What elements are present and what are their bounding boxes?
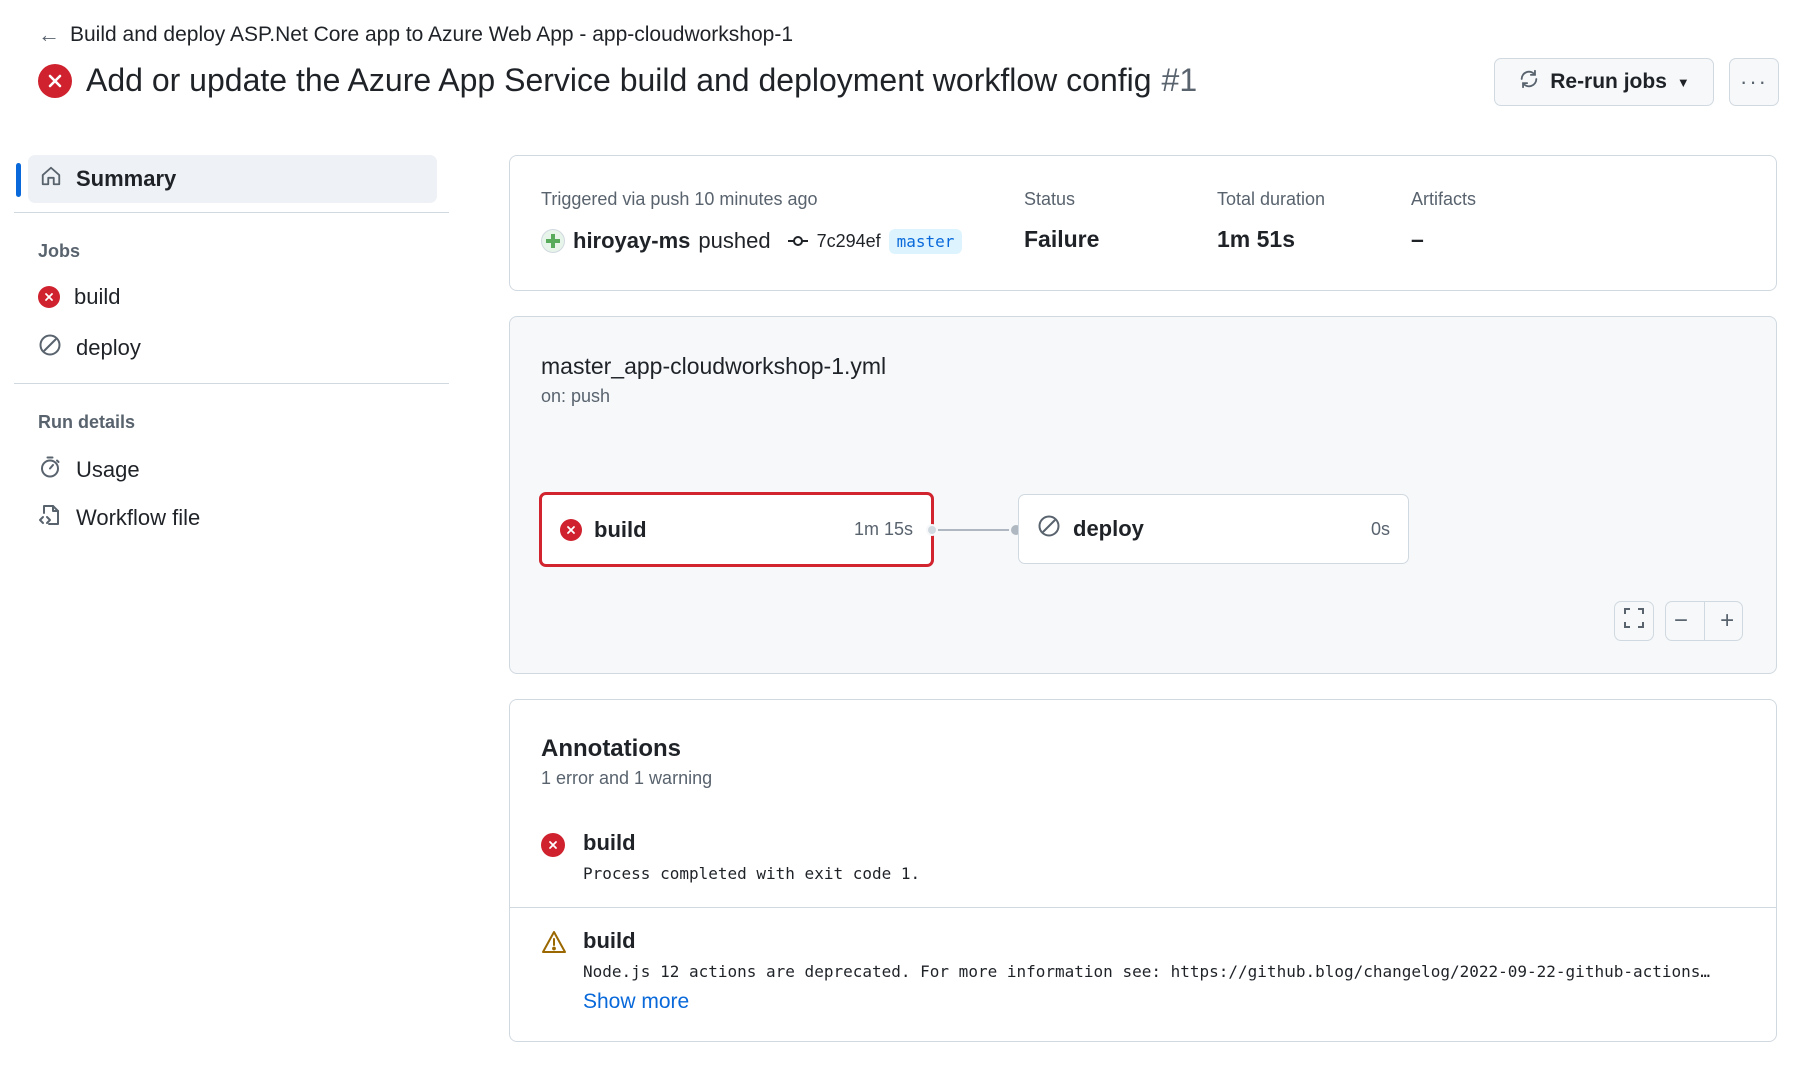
job-node-time: 1m 15s (853, 519, 913, 539)
annotation-message: Node.js 12 actions are deprecated. For m… (583, 962, 1711, 981)
status-value: Failure (1024, 226, 1100, 252)
annotation-job[interactable]: build (583, 928, 636, 954)
stopwatch-icon (38, 455, 62, 485)
kebab-horizontal-icon: ··· (1740, 69, 1768, 94)
status-label: Status (1024, 189, 1076, 209)
sidebar-workflow-file-label: Workflow file (76, 505, 201, 530)
artifacts-label: Artifacts (1411, 189, 1477, 209)
screen-full-icon (1623, 607, 1645, 636)
git-commit-icon (787, 228, 809, 254)
trigger-text: Triggered via push 10 minutes ago (541, 189, 818, 209)
sidebar-item-workflow-file[interactable]: Workflow file (38, 503, 200, 533)
fullscreen-button[interactable] (1614, 601, 1654, 641)
sidebar-item-summary[interactable]: Summary (28, 155, 437, 203)
run-details-heading: Run details (38, 412, 136, 432)
back-link-label: Build and deploy ASP.Net Core app to Azu… (70, 23, 794, 46)
run-summary-card (509, 155, 1777, 291)
back-link[interactable]: ← Build and deploy ASP.Net Core app to A… (38, 22, 793, 48)
workflow-trigger: on: push (541, 386, 611, 406)
artifacts-value: – (1411, 226, 1424, 252)
file-code-icon (38, 503, 62, 533)
job-node-name: deploy (1073, 516, 1144, 541)
sync-icon (1518, 68, 1540, 96)
zoom-out-icon[interactable]: − (1674, 607, 1688, 635)
action-text: pushed (698, 228, 771, 253)
sidebar-item-build[interactable]: build (38, 284, 120, 310)
sidebar-item-deploy[interactable]: deploy (38, 333, 141, 363)
run-number: #1 (1161, 62, 1198, 98)
job-node-time: 0s (1370, 518, 1390, 539)
rerun-jobs-button[interactable]: Re-run jobs ▼ (1494, 58, 1714, 106)
zoom-divider (1703, 602, 1705, 640)
sidebar-divider (14, 383, 449, 384)
annotations-title: Annotations (541, 735, 681, 762)
job-node-deploy[interactable]: deploy 0s (1018, 494, 1409, 564)
alert-icon (541, 930, 567, 959)
arrow-left-icon: ← (38, 22, 60, 47)
failure-x-icon (560, 518, 582, 541)
failure-x-icon (38, 286, 60, 308)
zoom-in-icon[interactable]: + (1720, 607, 1734, 635)
sidebar-usage-label: Usage (76, 457, 140, 482)
sidebar-item-usage[interactable]: Usage (38, 455, 140, 485)
branch-tag[interactable]: master (888, 228, 963, 254)
home-icon (40, 165, 62, 193)
sidebar-summary-label: Summary (76, 166, 177, 191)
failure-x-icon (541, 833, 565, 857)
commit-sha-link[interactable]: 7c294ef (817, 231, 881, 252)
skipped-icon (38, 333, 62, 363)
failure-x-icon (38, 63, 72, 98)
annotation-job[interactable]: build (583, 830, 636, 856)
annotation-message: Process completed with exit code 1. (583, 864, 921, 883)
job-node-name: build (594, 516, 647, 542)
commit-info: hiroyay-ms pushed 7c294ef master (541, 228, 963, 254)
actor-link[interactable]: hiroyay-ms (573, 228, 690, 254)
duration-label: Total duration (1217, 189, 1326, 209)
connector-dot (926, 524, 938, 536)
workflow-file-name: master_app-cloudworkshop-1.yml (541, 353, 887, 379)
show-more-link[interactable]: Show more (583, 990, 689, 1014)
triangle-down-icon: ▼ (1676, 74, 1690, 90)
job-node-build[interactable]: build 1m 15s (539, 492, 934, 567)
more-options-button[interactable]: ··· (1729, 58, 1779, 106)
sidebar-active-indicator (16, 163, 21, 197)
annotations-subtitle: 1 error and 1 warning (541, 768, 713, 788)
annotation-divider (510, 907, 1776, 908)
sidebar-job-label: deploy (76, 335, 141, 360)
rerun-jobs-label: Re-run jobs (1550, 70, 1667, 93)
skipped-icon (1037, 514, 1061, 544)
page-title: Add or update the Azure App Service buil… (86, 62, 1152, 98)
sidebar-divider (14, 212, 449, 213)
jobs-heading: Jobs (38, 241, 81, 261)
page-title-row: Add or update the Azure App Service buil… (38, 62, 1197, 99)
error-annotation-icon (541, 833, 565, 857)
duration-value: 1m 51s (1217, 226, 1296, 252)
avatar[interactable] (541, 229, 565, 253)
zoom-controls: − + (1665, 601, 1743, 641)
sidebar-job-label: build (74, 284, 121, 309)
job-connector-line (938, 529, 1012, 531)
